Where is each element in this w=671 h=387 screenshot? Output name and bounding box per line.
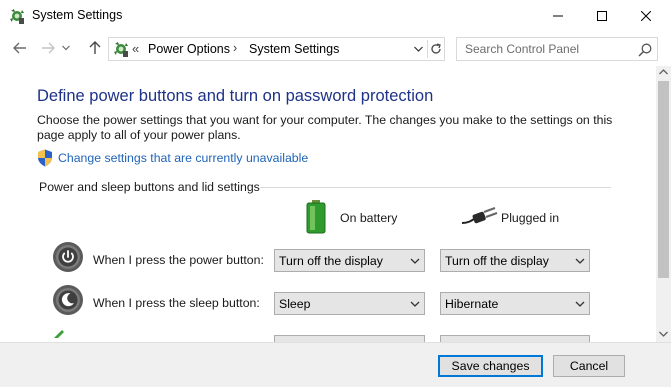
select-value: Turn off the display xyxy=(445,254,549,268)
page-description: Choose the power settings that you want … xyxy=(37,113,613,142)
vertical-scrollbar[interactable] xyxy=(656,66,671,342)
recent-locations-button[interactable] xyxy=(59,38,73,58)
breadcrumb-power-options[interactable]: Power Options xyxy=(148,42,230,56)
sleep-button-plugged-in-select[interactable]: Hibernate xyxy=(440,292,590,315)
arrow-right-icon xyxy=(42,42,55,54)
select-value: Hibernate xyxy=(445,297,499,311)
sleep-button-row-label: When I press the sleep button: xyxy=(93,296,260,310)
sleep-button-icon xyxy=(53,285,83,315)
lid-on-battery-select[interactable] xyxy=(274,335,425,342)
chevron-down-icon xyxy=(413,46,423,52)
breadcrumb-system-settings[interactable]: System Settings xyxy=(249,42,339,56)
battery-icon xyxy=(306,200,326,234)
refresh-icon xyxy=(430,43,441,54)
search-input[interactable] xyxy=(457,38,633,60)
save-changes-button[interactable]: Save changes xyxy=(438,355,543,377)
section-divider xyxy=(260,187,611,188)
footer-bar: Save changes Cancel xyxy=(0,342,671,387)
lid-icon xyxy=(54,330,64,338)
column-header-on-battery: On battery xyxy=(340,211,398,225)
minimize-icon xyxy=(553,15,563,17)
refresh-button[interactable] xyxy=(427,40,443,58)
power-button-row-label: When I press the power button: xyxy=(93,253,264,267)
lid-plugged-in-select[interactable] xyxy=(440,335,590,342)
address-dropdown-button[interactable] xyxy=(411,41,425,57)
arrow-left-icon xyxy=(13,42,26,54)
chevron-down-icon xyxy=(410,258,420,264)
up-button[interactable] xyxy=(84,38,106,58)
address-bar[interactable]: « Power Options › System Settings xyxy=(108,37,445,61)
scroll-down-arrow-icon[interactable] xyxy=(659,331,668,337)
power-options-icon xyxy=(114,42,128,57)
close-icon xyxy=(641,11,651,21)
chevron-down-icon xyxy=(575,258,585,264)
breadcrumb-overflow[interactable]: « xyxy=(132,41,139,56)
search-box[interactable] xyxy=(456,37,658,61)
scrollbar-thumb[interactable] xyxy=(658,81,669,278)
forward-button[interactable] xyxy=(37,38,59,58)
back-button[interactable] xyxy=(9,38,31,58)
plug-icon xyxy=(462,207,498,224)
minimize-button[interactable] xyxy=(535,0,581,32)
maximize-button[interactable] xyxy=(579,0,625,32)
search-icon[interactable] xyxy=(637,42,653,58)
breadcrumb-separator[interactable]: › xyxy=(233,41,237,55)
close-button[interactable] xyxy=(623,0,669,32)
power-options-icon xyxy=(10,9,24,24)
chevron-down-icon xyxy=(62,45,70,51)
power-button-plugged-in-select[interactable]: Turn off the display xyxy=(440,249,590,272)
power-button-icon xyxy=(53,242,83,272)
select-value: Sleep xyxy=(279,297,311,311)
sleep-button-on-battery-select[interactable]: Sleep xyxy=(274,292,425,315)
section-title: Power and sleep buttons and lid settings xyxy=(39,180,260,194)
maximize-icon xyxy=(597,11,607,21)
chevron-down-icon xyxy=(575,301,585,307)
title-bar: System Settings xyxy=(0,0,671,32)
page-title: Define power buttons and turn on passwor… xyxy=(37,87,434,105)
power-button-on-battery-select[interactable]: Turn off the display xyxy=(274,249,425,272)
main-content: Define power buttons and turn on passwor… xyxy=(0,66,656,342)
cancel-button[interactable]: Cancel xyxy=(553,355,625,377)
change-unavailable-settings-link[interactable]: Change settings that are currently unava… xyxy=(58,151,308,165)
window-title: System Settings xyxy=(32,8,123,22)
navigation-bar: « Power Options › System Settings xyxy=(0,32,671,64)
chevron-down-icon xyxy=(410,301,420,307)
column-header-plugged-in: Plugged in xyxy=(501,211,560,225)
arrow-up-icon xyxy=(89,41,101,54)
select-value: Turn off the display xyxy=(279,254,383,268)
scroll-up-arrow-icon[interactable] xyxy=(659,69,668,75)
uac-shield-icon xyxy=(38,149,52,167)
